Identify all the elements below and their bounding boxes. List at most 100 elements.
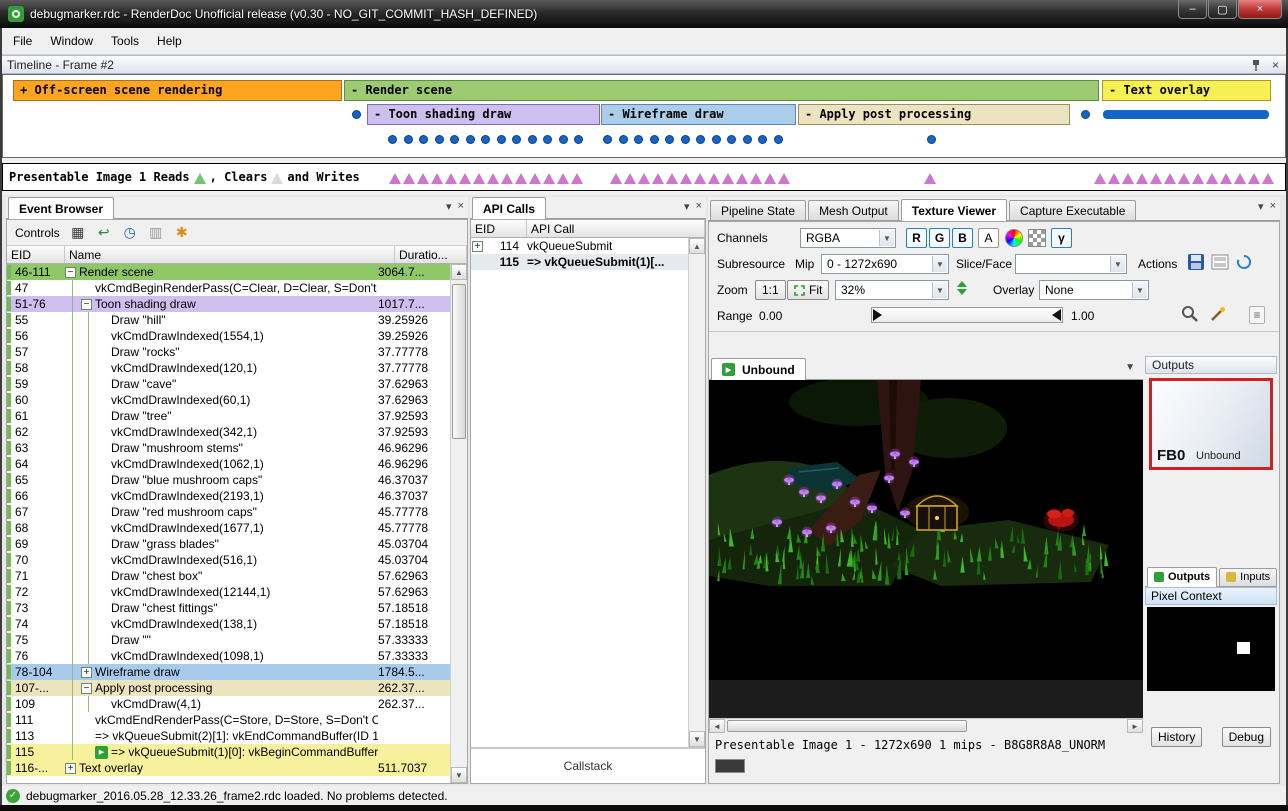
checkerboard-icon[interactable]	[1028, 229, 1046, 247]
table-row[interactable]: 109vkCmdDraw(4,1)262.37...	[7, 696, 450, 712]
minimize-button[interactable]: –	[1178, 0, 1207, 19]
table-row[interactable]: 56vkCmdDrawIndexed(1554,1)39.25926	[7, 328, 450, 344]
table-row[interactable]: 68vkCmdDrawIndexed(1677,1)45.77778	[7, 520, 450, 536]
tab-inputs[interactable]: Inputs	[1219, 568, 1277, 586]
fit-button[interactable]: Fit	[787, 280, 829, 300]
timeline-close-icon[interactable]: ×	[1272, 58, 1279, 72]
column-header[interactable]: EID	[7, 246, 65, 263]
table-row[interactable]: 67Draw "red mushroom caps"45.77778	[7, 504, 450, 520]
time-draws-icon[interactable]: ◷	[120, 223, 140, 243]
table-row[interactable]: 60vkCmdDrawIndexed(60,1)37.62963	[7, 392, 450, 408]
expander-icon[interactable]: −	[81, 299, 92, 310]
sliceface-select[interactable]: ▼	[1015, 254, 1127, 274]
flip-y-icon[interactable]	[957, 281, 967, 295]
table-row[interactable]: 113=> vkQueueSubmit(2)[1]: vkEndCommandB…	[7, 728, 450, 744]
refresh-icon[interactable]	[1235, 253, 1253, 274]
table-row[interactable]: 59Draw "cave"37.62963	[7, 376, 450, 392]
table-row[interactable]: 75Draw ""57.33333	[7, 632, 450, 648]
open-texture-list-icon[interactable]	[1211, 253, 1229, 274]
panel-close-icon[interactable]: ×	[1270, 200, 1276, 213]
expander-icon[interactable]: −	[65, 267, 76, 278]
tab-event-browser[interactable]: Event Browser	[8, 197, 114, 219]
expander-icon[interactable]: −	[81, 683, 92, 694]
panel-menu-icon[interactable]: ▾	[1258, 200, 1264, 213]
save-icon[interactable]	[1187, 253, 1205, 274]
channel-g-button[interactable]: G	[929, 228, 950, 248]
range-slider[interactable]	[871, 307, 1063, 323]
timeline-bar[interactable]: - Toon shading draw	[367, 104, 600, 125]
event-browser-scrollbar[interactable]: ▲ ▼	[450, 264, 467, 783]
pixel-context-view[interactable]	[1147, 607, 1275, 691]
table-row[interactable]: 78-104+Wireframe draw1784.5...	[7, 664, 450, 680]
table-row[interactable]: 115▶=> vkQueueSubmit(1)[0]: vkBeginComma…	[7, 744, 450, 760]
timeline-bar[interactable]: - Wireframe draw	[601, 104, 796, 125]
table-row[interactable]: +114vkQueueSubmit	[471, 238, 705, 254]
table-row[interactable]: 64vkCmdDrawIndexed(1062,1)46.96296	[7, 456, 450, 472]
panel-menu-icon[interactable]: ▾	[684, 200, 690, 213]
stats-icon[interactable]: ▥	[146, 223, 166, 243]
menu-window[interactable]: Window	[41, 30, 102, 52]
panel-menu-icon[interactable]: ▾	[446, 200, 452, 213]
table-row[interactable]: 76vkCmdDrawIndexed(1098,1)57.33333	[7, 648, 450, 664]
tab-mesh-output[interactable]: Mesh Output	[808, 200, 899, 220]
autofit-wand-icon[interactable]	[1209, 305, 1227, 326]
timeline-canvas[interactable]: + Off-screen scene rendering- Render sce…	[2, 74, 1286, 158]
table-row[interactable]: 58vkCmdDrawIndexed(120,1)37.77778	[7, 360, 450, 376]
grid-icon[interactable]: ▦	[68, 223, 88, 243]
debug-button[interactable]: Debug	[1222, 727, 1271, 747]
table-row[interactable]: 116-...+Text overlay511.7037	[7, 760, 450, 776]
table-row[interactable]: 71Draw "chest box"57.62963	[7, 568, 450, 584]
menu-help[interactable]: Help	[148, 30, 191, 52]
range-options-icon[interactable]: ≡	[1249, 306, 1265, 324]
table-row[interactable]: 46-111−Render scene3064.7...	[7, 264, 450, 280]
pin-icon[interactable]	[1251, 59, 1261, 75]
table-row[interactable]: 62vkCmdDrawIndexed(342,1)37.92593	[7, 424, 450, 440]
table-row[interactable]: 69Draw "grass blades"45.03704	[7, 536, 450, 552]
api-calls-scrollbar[interactable]: ▲ ▼	[688, 238, 705, 747]
column-header[interactable]: EID	[471, 220, 527, 237]
options-icon[interactable]: ✱	[172, 223, 192, 243]
table-row[interactable]: 73Draw "chest fittings"57.18518	[7, 600, 450, 616]
table-row[interactable]: 107-...−Apply post processing262.37...	[7, 680, 450, 696]
timeline-bar[interactable]: - Apply post processing	[798, 104, 1070, 125]
panel-close-icon[interactable]: ×	[696, 200, 702, 213]
expander-icon[interactable]: +	[472, 241, 483, 252]
table-row[interactable]: 66vkCmdDrawIndexed(2193,1)46.37037	[7, 488, 450, 504]
table-row[interactable]: 74vkCmdDrawIndexed(138,1)57.18518	[7, 616, 450, 632]
menu-file[interactable]: File	[4, 30, 41, 52]
tab-outputs[interactable]: Outputs	[1147, 567, 1217, 587]
timeline-bar[interactable]: - Render scene	[344, 80, 1099, 101]
timeline-bar[interactable]: + Off-screen scene rendering	[13, 80, 342, 101]
texture-hscrollbar[interactable]: ◄ ►	[709, 718, 1143, 733]
panel-close-icon[interactable]: ×	[458, 200, 464, 213]
channel-b-button[interactable]: B	[952, 228, 973, 248]
table-row[interactable]: 47vkCmdBeginRenderPass(C=Clear, D=Clear,…	[7, 280, 450, 296]
jump-back-icon[interactable]: ↩	[94, 223, 114, 243]
table-row[interactable]: 55Draw "hill"39.25926	[7, 312, 450, 328]
channel-r-button[interactable]: R	[906, 228, 927, 248]
color-wheel-icon[interactable]	[1005, 229, 1023, 247]
zoom-1to1-button[interactable]: 1:1	[755, 280, 786, 300]
fb0-thumbnail[interactable]: FB0 Unbound	[1149, 378, 1273, 470]
menu-tools[interactable]: Tools	[102, 30, 148, 52]
tab-current-texture[interactable]: ▶ Unbound	[711, 358, 806, 380]
table-row[interactable]: 111vkCmdEndRenderPass(C=Store, D=Store, …	[7, 712, 450, 728]
channels-select[interactable]: RGBA▼	[800, 228, 896, 248]
column-header[interactable]: Name	[65, 246, 395, 263]
maximize-button[interactable]: ▢	[1208, 0, 1237, 19]
table-row[interactable]: 51-76−Toon shading draw1017.7...	[7, 296, 450, 312]
expander-icon[interactable]: +	[65, 763, 76, 774]
table-row[interactable]: 57Draw "rocks"37.77778	[7, 344, 450, 360]
table-row[interactable]: 70vkCmdDrawIndexed(516,1)45.03704	[7, 552, 450, 568]
zoom-range-icon[interactable]	[1181, 305, 1199, 326]
expander-icon[interactable]: +	[81, 667, 92, 678]
tab-texture-viewer[interactable]: Texture Viewer	[901, 199, 1007, 221]
gamma-button[interactable]: γ	[1051, 228, 1072, 248]
timeline-bar[interactable]: - Text overlay	[1102, 80, 1271, 101]
column-header[interactable]: Duratio...	[395, 246, 467, 263]
table-row[interactable]: 72vkCmdDrawIndexed(12144,1)57.62963	[7, 584, 450, 600]
zoom-select[interactable]: 32%▼	[835, 280, 949, 300]
mip-select[interactable]: 0 - 1272x690▼	[821, 254, 949, 274]
close-button[interactable]: ×	[1238, 0, 1282, 19]
tab-api-calls[interactable]: API Calls	[472, 197, 546, 219]
